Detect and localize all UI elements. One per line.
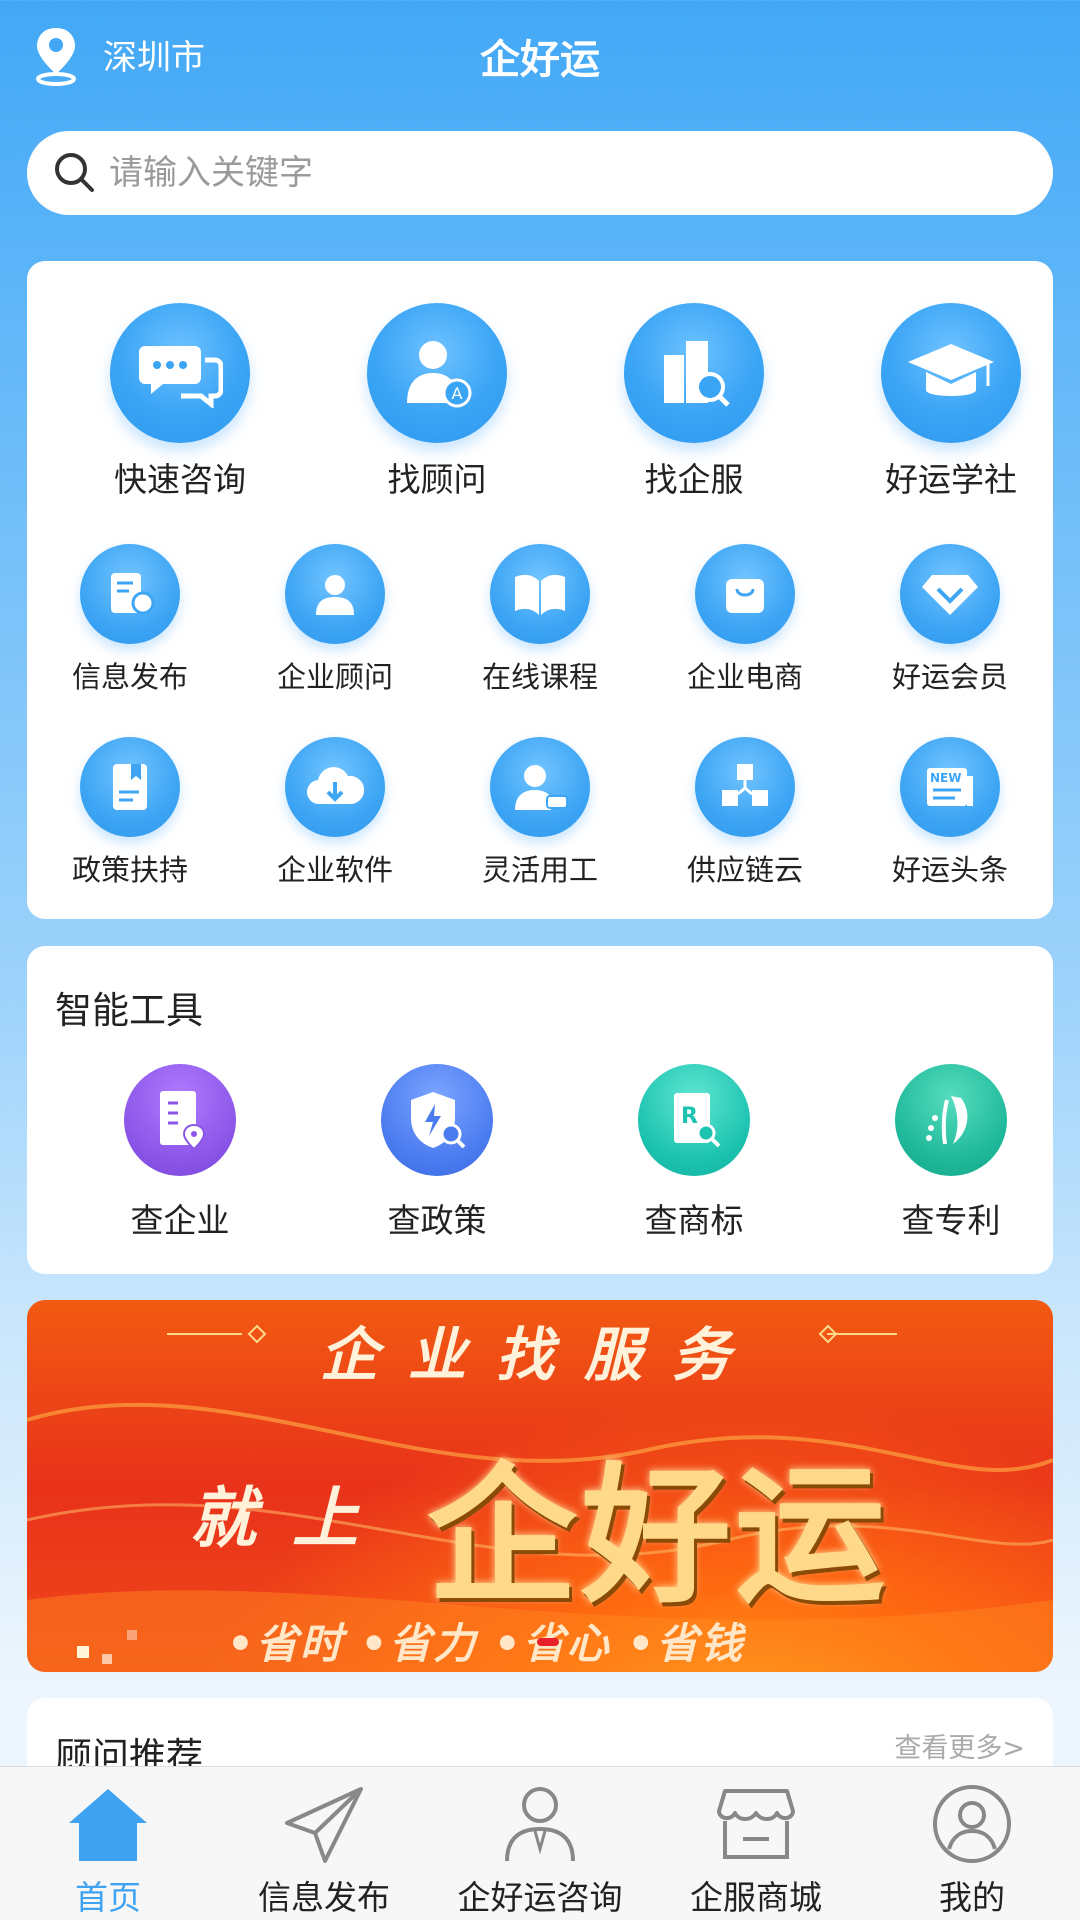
tool-label: 查政策 bbox=[387, 1201, 487, 1240]
menu-membership[interactable]: 好运会员 bbox=[865, 544, 1035, 696]
tab-consult[interactable]: 企好运咨询 bbox=[440, 1783, 640, 1919]
tab-mall[interactable]: 企服商城 bbox=[656, 1783, 856, 1919]
person-icon bbox=[285, 544, 385, 644]
cloud-download-icon bbox=[285, 737, 385, 837]
section-title: 智能工具 bbox=[55, 989, 203, 1032]
main-menu-card: 快速咨询 A 找顾问 找企服 好运学社 信息发布 企业顾问 在线课程 企业电商 … bbox=[27, 261, 1053, 919]
menu-label: 企业软件 bbox=[276, 853, 393, 887]
menu-label: 政策扶持 bbox=[71, 853, 188, 887]
menu-headlines[interactable]: NEW 好运头条 bbox=[865, 737, 1035, 889]
paper-plane-icon bbox=[285, 1787, 363, 1863]
menu-policy-support[interactable]: 政策扶持 bbox=[45, 737, 215, 889]
tool-company-search[interactable]: 查企业 bbox=[80, 1064, 280, 1242]
tab-label: 信息发布 bbox=[258, 1878, 390, 1917]
menu-supply-chain[interactable]: 供应链云 bbox=[660, 737, 830, 889]
graduation-cap-icon bbox=[881, 303, 1021, 443]
search-bar[interactable] bbox=[27, 131, 1053, 215]
tool-label: 查企业 bbox=[130, 1201, 230, 1240]
tool-patent-search[interactable]: 查专利 bbox=[851, 1064, 1051, 1242]
tab-info-publish[interactable]: 信息发布 bbox=[224, 1783, 424, 1919]
view-more-link[interactable]: 查看更多> bbox=[894, 1726, 1025, 1765]
open-book-icon bbox=[490, 544, 590, 644]
bottom-tab-bar: 首页 信息发布 企好运咨询 企服商城 我的 bbox=[0, 1766, 1080, 1920]
top-header: 深圳市 企好运 bbox=[0, 0, 1080, 110]
menu-find-service[interactable]: 找企服 bbox=[594, 303, 794, 501]
tab-home[interactable]: 首页 bbox=[8, 1783, 208, 1919]
menu-online-course[interactable]: 在线课程 bbox=[455, 544, 625, 696]
tab-label: 我的 bbox=[939, 1878, 1005, 1917]
tool-trademark-search[interactable]: R 查商标 bbox=[594, 1064, 794, 1242]
banner-brand: 企好运 bbox=[427, 1448, 890, 1624]
menu-flexible-work[interactable]: 灵活用工 bbox=[455, 737, 625, 889]
menu-label: 好运学社 bbox=[885, 460, 1017, 499]
menu-enterprise-software[interactable]: 企业软件 bbox=[250, 737, 420, 889]
search-input[interactable] bbox=[109, 143, 1009, 203]
menu-label: 企业顾问 bbox=[276, 660, 393, 694]
bookmark-doc-icon bbox=[80, 737, 180, 837]
search-icon bbox=[55, 153, 94, 192]
building-search-icon bbox=[624, 303, 764, 443]
patent-icon bbox=[895, 1064, 1007, 1176]
banner-slogan: •省时 •省力 •省心 •省钱 bbox=[227, 1619, 745, 1668]
trademark-icon: R bbox=[638, 1064, 750, 1176]
cubes-icon bbox=[695, 737, 795, 837]
menu-label: 好运头条 bbox=[891, 853, 1008, 887]
advisor-icon: A bbox=[367, 303, 507, 443]
tool-label: 查商标 bbox=[644, 1201, 744, 1240]
menu-label: 找顾问 bbox=[387, 460, 487, 499]
tab-label: 企好运咨询 bbox=[457, 1878, 623, 1917]
menu-label: 信息发布 bbox=[71, 660, 188, 694]
app-title: 企好运 bbox=[480, 37, 600, 83]
shopping-bag-icon bbox=[695, 544, 795, 644]
menu-label: 企业电商 bbox=[686, 660, 803, 694]
menu-label: 快速咨询 bbox=[114, 460, 246, 499]
tab-mine[interactable]: 我的 bbox=[872, 1783, 1072, 1919]
menu-info-publish[interactable]: 信息发布 bbox=[45, 544, 215, 696]
banner-headline: 企业找服务 bbox=[319, 1321, 760, 1389]
tab-label: 首页 bbox=[75, 1878, 141, 1917]
worker-icon bbox=[490, 737, 590, 837]
menu-label: 在线课程 bbox=[481, 660, 598, 694]
chat-bubbles-icon bbox=[110, 303, 250, 443]
smart-tools-card: 智能工具 查企业 查政策 R 查商标 查专利 bbox=[27, 946, 1053, 1274]
menu-ecommerce[interactable]: 企业电商 bbox=[660, 544, 830, 696]
menu-label: 好运会员 bbox=[891, 660, 1008, 694]
tool-label: 查专利 bbox=[901, 1201, 1001, 1240]
menu-label: 找企服 bbox=[644, 460, 744, 499]
promo-banner[interactable]: 企业找服务 就上 企好运 •省时 •省力 •省心 •省钱 bbox=[27, 1300, 1053, 1672]
menu-enterprise-advisor[interactable]: 企业顾问 bbox=[250, 544, 420, 696]
carousel-indicator[interactable] bbox=[537, 1638, 559, 1646]
document-send-icon bbox=[80, 544, 180, 644]
store-icon bbox=[717, 1789, 795, 1859]
menu-quick-consult[interactable]: 快速咨询 bbox=[80, 303, 280, 501]
menu-find-advisor[interactable]: A 找顾问 bbox=[337, 303, 537, 501]
menu-label: 供应链云 bbox=[686, 853, 803, 887]
svg-text:NEW: NEW bbox=[930, 771, 961, 785]
menu-label: 灵活用工 bbox=[481, 853, 598, 887]
diamond-icon bbox=[900, 544, 1000, 644]
home-icon bbox=[69, 1789, 147, 1861]
profile-icon bbox=[933, 1785, 1011, 1863]
menu-academy[interactable]: 好运学社 bbox=[851, 303, 1051, 501]
svg-text:A: A bbox=[452, 384, 463, 403]
news-icon: NEW bbox=[900, 737, 1000, 837]
tool-policy-search[interactable]: 查政策 bbox=[337, 1064, 537, 1242]
svg-text:R: R bbox=[681, 1104, 698, 1129]
banner-prefix: 就上 bbox=[190, 1480, 394, 1557]
tab-label: 企服商城 bbox=[690, 1878, 822, 1917]
company-location-icon bbox=[124, 1064, 236, 1176]
shield-search-icon bbox=[381, 1064, 493, 1176]
consultant-icon bbox=[505, 1787, 575, 1862]
